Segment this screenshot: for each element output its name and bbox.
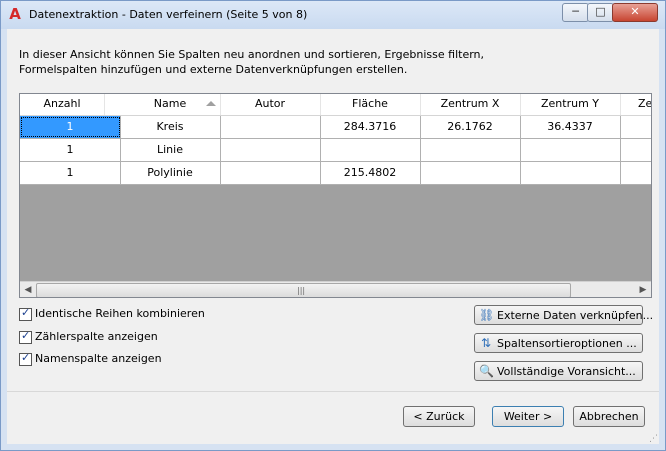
table-cell-name[interactable]: Linie [120,139,221,161]
sort-icon: ⇅ [480,336,492,350]
table-cell-zentrum-z[interactable] [620,162,651,184]
table-cell-zentrum-x[interactable] [420,139,521,161]
table-cell-flaeche[interactable]: 215.4802 [320,162,421,184]
show-name-column-checkbox[interactable]: Namenspalte anzeigen [19,351,162,368]
table-cell-zentrum-z[interactable] [620,116,651,138]
table-cell-zentrum-z[interactable] [620,139,651,161]
table-cell-zentrum-x[interactable] [420,162,521,184]
checkbox-checked-icon[interactable] [19,306,32,321]
table-cell-anzahl[interactable]: 1 [20,116,121,138]
button-label: Vollständige Voransicht... [497,365,636,378]
table-cell-zentrum-y[interactable]: 36.4337 [520,116,621,138]
table-cell-autor[interactable] [220,116,321,138]
table-row[interactable]: 1 Kreis 284.3716 26.1762 36.4337 [20,116,651,139]
grid-header-row: Anzahl Name Autor Fläche Zentrum X Zentr… [20,94,651,116]
combine-identical-rows-checkbox[interactable]: Identische Reihen kombinieren [19,306,205,323]
table-cell-flaeche[interactable]: 284.3716 [320,116,421,138]
minimize-button[interactable]: ─ [562,3,589,22]
next-button[interactable]: Weiter > [492,406,564,427]
scrollbar-thumb[interactable]: ||| [36,283,571,297]
cancel-button[interactable]: Abbrechen [573,406,645,427]
table-cell-zentrum-y[interactable] [520,162,621,184]
scroll-right-arrow-icon[interactable]: ▶ [635,282,651,297]
column-header-autor[interactable]: Autor [220,94,321,115]
autocad-logo-icon: A [9,5,21,23]
column-header-zentrum-x[interactable]: Zentrum X [420,94,521,115]
title-bar[interactable]: A Datenextraktion - Daten verfeinern (Se… [1,1,665,29]
table-cell-anzahl[interactable]: 1 [20,139,121,161]
dialog-client-area: In dieser Ansicht können Sie Spalten neu… [7,29,659,444]
show-count-column-checkbox[interactable]: Zählerspalte anzeigen [19,329,158,346]
column-header-flaeche[interactable]: Fläche [320,94,421,115]
table-cell-autor[interactable] [220,162,321,184]
button-label: Externe Daten verknüpfen... [497,309,654,322]
checkbox-checked-icon[interactable] [19,351,32,366]
column-header-anzahl[interactable]: Anzahl [20,94,105,115]
column-sort-options-button[interactable]: ⇅ Spaltensortieroptionen ... [474,333,643,353]
checkbox-label: Identische Reihen kombinieren [35,307,205,320]
table-row[interactable]: 1 Linie [20,139,651,162]
back-button[interactable]: < Zurück [403,406,475,427]
table-cell-anzahl[interactable]: 1 [20,162,121,184]
table-cell-autor[interactable] [220,139,321,161]
table-cell-name[interactable]: Polylinie [120,162,221,184]
dialog-window: A Datenextraktion - Daten verfeinern (Se… [0,0,666,451]
intro-text: In dieser Ansicht können Sie Spalten neu… [19,48,485,76]
scrollbar-grip-icon: ||| [297,286,306,295]
table-cell-zentrum-y[interactable] [520,139,621,161]
column-header-name[interactable]: Name [120,94,221,115]
resize-grip-icon[interactable]: ⋰ [649,434,659,444]
horizontal-scrollbar[interactable]: ◀ ||| ▶ [20,281,651,297]
preview-icon: 🔍 [479,364,494,378]
window-title: Datenextraktion - Daten verfeinern (Seit… [29,8,308,21]
data-grid[interactable]: Anzahl Name Autor Fläche Zentrum X Zentr… [19,93,652,298]
table-row[interactable]: 1 Polylinie 215.4802 [20,162,651,185]
column-header-label: Name [153,97,187,110]
sort-ascending-icon [206,101,216,106]
column-header-zentrum-z[interactable]: Ze [620,94,651,115]
checkbox-checked-icon[interactable] [19,329,32,344]
footer-divider [7,391,659,392]
table-cell-zentrum-x[interactable]: 26.1762 [420,116,521,138]
link-external-data-button[interactable]: ⛓ Externe Daten verknüpfen... [474,305,653,325]
checkbox-label: Namenspalte anzeigen [35,352,162,365]
column-header-zentrum-y[interactable]: Zentrum Y [520,94,621,115]
table-cell-flaeche[interactable] [320,139,421,161]
checkbox-label: Zählerspalte anzeigen [35,330,158,343]
table-cell-name[interactable]: Kreis [120,116,221,138]
link-icon: ⛓ [479,308,495,322]
button-label: Spaltensortieroptionen ... [497,337,637,350]
close-button[interactable]: ✕ [612,3,658,22]
maximize-button[interactable]: □ [587,3,614,22]
scroll-left-arrow-icon[interactable]: ◀ [20,282,36,297]
full-preview-button[interactable]: 🔍 Vollständige Voransicht... [474,361,643,381]
